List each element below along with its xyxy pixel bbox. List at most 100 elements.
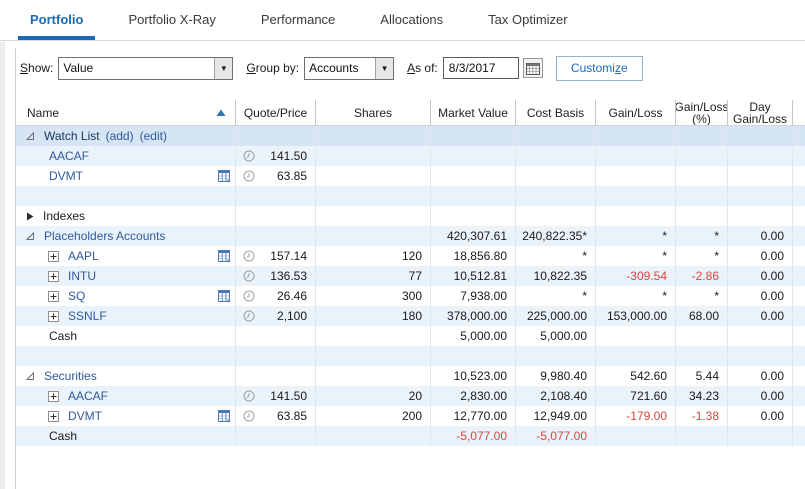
tree-collapse-icon[interactable] <box>25 231 36 242</box>
column-header-g[interactable]: G <box>793 100 805 126</box>
tab-performance[interactable]: Performance <box>249 2 347 40</box>
column-header-label: Shares <box>354 107 392 119</box>
gain-loss-value: -309.54 <box>626 269 675 283</box>
quote-clock-icon[interactable] <box>243 290 255 302</box>
column-header-market-value[interactable]: Market Value <box>431 100 516 126</box>
tab-allocations[interactable]: Allocations <box>368 2 455 40</box>
group-name[interactable]: Watch List <box>44 129 100 143</box>
table-row-aacaf: AACAF 141.50 <box>16 146 805 166</box>
market-value-cell: 5,000.00 <box>431 326 516 346</box>
notes-ledger-icon[interactable] <box>218 290 231 302</box>
table-row-securities: Securities10,523.009,980.40542.605.440.0… <box>16 366 805 386</box>
ticker-link[interactable]: AACAF <box>68 389 108 403</box>
column-header-gain-loss[interactable]: Gain/Loss(%) <box>676 100 728 126</box>
cost-basis-value: * <box>582 249 595 263</box>
expand-plus-icon[interactable] <box>48 311 59 322</box>
groupby-select[interactable]: Accounts ▼ <box>304 57 394 80</box>
cost-basis-value: 5,000.00 <box>540 329 595 343</box>
quote-value: 63.85 <box>277 169 315 183</box>
quote-cell: 141.50 <box>236 146 316 166</box>
ticker-link[interactable]: DVMT <box>68 409 102 423</box>
table-row-watch-list: Watch List (add) (edit) <box>16 126 805 146</box>
g-cut-cell <box>793 186 805 206</box>
group-name: Indexes <box>43 209 85 223</box>
market-value-value: 2,830.00 <box>460 389 515 403</box>
shares-cell: 77 <box>316 266 431 286</box>
column-header-gain-loss[interactable]: Gain/Loss <box>596 100 676 126</box>
expand-plus-icon[interactable] <box>48 251 59 262</box>
ticker-link[interactable]: SSNLF <box>68 309 107 323</box>
quote-clock-icon[interactable] <box>243 150 255 162</box>
market-value-value: 5,000.00 <box>460 329 515 343</box>
quote-cell <box>236 326 316 346</box>
dropdown-arrow-icon[interactable]: ▼ <box>214 58 232 79</box>
gain-loss-cell: * <box>596 226 676 246</box>
shares-value: 120 <box>402 249 430 263</box>
day-gain-loss-cell: 0.00 <box>728 306 793 326</box>
gain-loss-pct-cell <box>676 206 728 226</box>
tree-collapse-icon[interactable] <box>25 131 36 142</box>
notes-ledger-icon[interactable] <box>218 250 231 262</box>
gain-loss-cell: 153,000.00 <box>596 306 676 326</box>
cost-basis-cell: 225,000.00 <box>516 306 596 326</box>
day-gain-loss-value: 0.00 <box>761 409 792 423</box>
dropdown-arrow-icon[interactable]: ▼ <box>375 58 393 79</box>
notes-ledger-icon[interactable] <box>218 410 231 422</box>
quote-value: 2,100 <box>277 309 315 323</box>
market-value-cell: 18,856.80 <box>431 246 516 266</box>
tab-bar: Portfolio Portfolio X-Ray Performance Alloc… <box>0 0 805 41</box>
column-header-label: Gain/Loss <box>676 101 728 113</box>
customize-button[interactable]: Customize <box>556 56 643 81</box>
quote-clock-icon[interactable] <box>243 390 255 402</box>
tab-portfolio-x-ray[interactable]: Portfolio X-Ray <box>116 2 227 40</box>
column-header-cost-basis[interactable]: Cost Basis <box>516 100 596 126</box>
day-gain-loss-cell: 0.00 <box>728 406 793 426</box>
notes-ledger-icon[interactable] <box>218 170 231 182</box>
quote-clock-icon[interactable] <box>243 270 255 282</box>
show-select[interactable]: Value ▼ <box>58 57 233 80</box>
cost-basis-cell <box>516 346 596 366</box>
expand-plus-icon[interactable] <box>48 411 59 422</box>
column-header-name[interactable]: Name <box>16 100 236 126</box>
ticker-link[interactable]: INTU <box>68 269 96 283</box>
column-header-quote-price[interactable]: Quote/Price <box>236 100 316 126</box>
quote-clock-icon[interactable] <box>243 170 255 182</box>
watchlist-edit-link[interactable]: (edit) <box>140 129 167 143</box>
ticker-link[interactable]: AAPL <box>68 249 99 263</box>
quote-clock-icon[interactable] <box>243 250 255 262</box>
watchlist-add-link[interactable]: (add) <box>106 129 134 143</box>
group-name[interactable]: Securities <box>44 369 97 383</box>
ticker-link[interactable]: SQ <box>68 289 85 303</box>
shares-value: 300 <box>402 289 430 303</box>
g-cut-cell <box>793 206 805 226</box>
spacer-row <box>16 186 805 206</box>
g-cut-cell <box>793 366 805 386</box>
expand-plus-icon[interactable] <box>48 271 59 282</box>
g-cut-cell <box>793 346 805 366</box>
column-header-shares[interactable]: Shares <box>316 100 431 126</box>
expand-plus-icon[interactable] <box>48 391 59 402</box>
quote-clock-icon[interactable] <box>243 410 255 422</box>
tree-expand-icon[interactable] <box>25 211 35 222</box>
expand-plus-icon[interactable] <box>48 291 59 302</box>
tree-collapse-icon[interactable] <box>25 371 36 382</box>
name-cell: Placeholders Accounts <box>16 226 236 246</box>
market-value-value: -5,077.00 <box>456 429 515 443</box>
group-name[interactable]: Placeholders Accounts <box>44 229 165 243</box>
day-gain-loss-value: 0.00 <box>761 389 792 403</box>
column-header-day[interactable]: DayGain/Loss <box>728 100 793 126</box>
market-value-cell <box>431 346 516 366</box>
ticker-link[interactable]: AACAF <box>49 149 89 163</box>
calendar-button[interactable] <box>523 58 543 78</box>
tab-tax-optimizer[interactable]: Tax Optimizer <box>476 2 579 40</box>
gain-loss-cell <box>596 326 676 346</box>
asof-date-input[interactable]: 8/3/2017 <box>443 57 519 79</box>
ticker-link[interactable]: DVMT <box>49 169 83 183</box>
quote-cell: 157.14 <box>236 246 316 266</box>
table-row-cash: Cash5,000.005,000.00 <box>16 326 805 346</box>
day-gain-loss-cell <box>728 186 793 206</box>
column-header-label: Quote/Price <box>244 107 307 119</box>
tab-portfolio[interactable]: Portfolio <box>18 2 95 40</box>
quote-value: 63.85 <box>277 409 315 423</box>
quote-clock-icon[interactable] <box>243 310 255 322</box>
